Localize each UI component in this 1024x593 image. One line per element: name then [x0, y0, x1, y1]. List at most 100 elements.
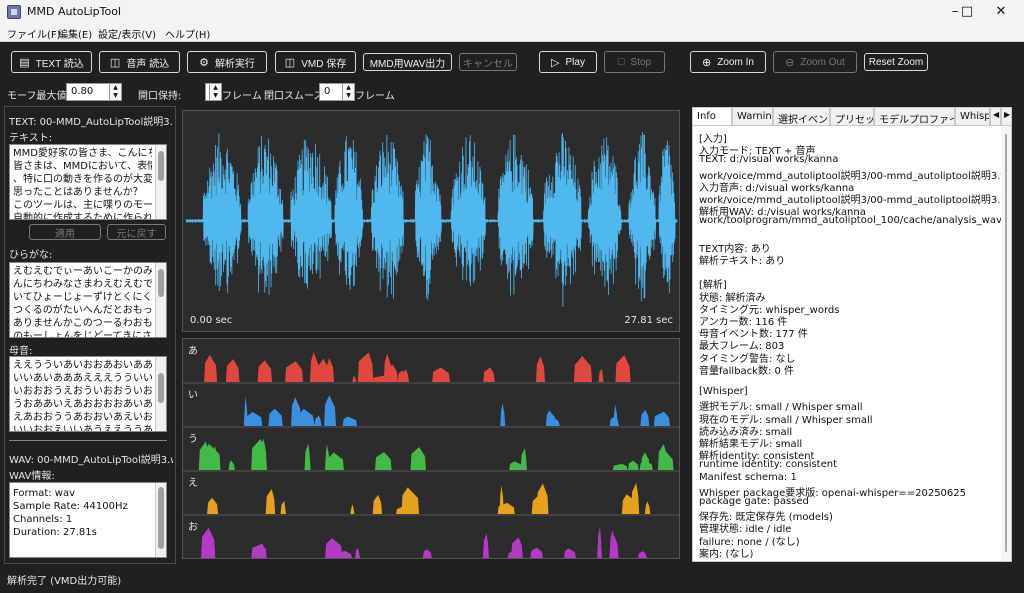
divider [9, 440, 167, 441]
close-button[interactable]: ✕ [978, 0, 1024, 24]
track-label-u: う [188, 434, 198, 445]
phoneme-event [520, 448, 527, 470]
menu-bar: ファイル(F) 編集(E) 設定/表示(V) ヘルプ(H) [0, 24, 1024, 42]
info-line: TEXT: d:/visual works/kanna [699, 154, 839, 166]
tab-preset[interactable]: プリセット [830, 107, 874, 125]
waveform-view[interactable]: 0.00 sec 27.81 sec [182, 110, 680, 332]
close-smooth-unit: フレーム [355, 91, 395, 102]
morph-max-label: モーフ最大値: [7, 91, 70, 102]
menu-settings-view[interactable]: 設定/表示(V) [98, 26, 156, 41]
morph-max-spinbox[interactable]: 0.80 ▲ ▼ [66, 83, 122, 101]
vowel-view[interactable]: ええうういあいおおあおいあああお いいあいあああえええうういいおいえ いおおおう… [9, 356, 167, 432]
text-line: このツールは、主に喋りのモーションを [13, 200, 152, 211]
menu-help[interactable]: ヘルプ(H) [165, 26, 210, 41]
phoneme-event [207, 497, 219, 514]
info-panel[interactable]: [入力] 入力モード: TEXT + 音声 TEXT: d:/visual work… [692, 125, 1012, 562]
tab-warning[interactable]: Warning [732, 107, 773, 125]
tab-selected-event[interactable]: 選択イベント [773, 107, 830, 125]
hiragana-line: んにちわみなさまわえむえむでぃーにお [13, 279, 152, 290]
vowel-line: ええうういあいおおあおいあああお [13, 360, 152, 371]
waveform-line [185, 132, 678, 308]
play-button[interactable]: ▷ Play [539, 51, 597, 73]
stop-button[interactable]: □ Stop [604, 51, 665, 73]
phoneme-event [204, 354, 218, 382]
mouth-hold-label: 開口保持: [138, 91, 182, 102]
wav-info-view[interactable]: Format: wav Sample Rate: 44100Hz Channel… [9, 482, 167, 558]
info-line: Manifest schema: 1 [699, 471, 797, 483]
analyze-button[interactable]: ⚙ 解析実行 [187, 51, 267, 73]
text-scrollbar[interactable] [155, 145, 166, 219]
mouth-hold-spinbox[interactable]: 0▲▼ [205, 83, 222, 101]
phoneme-event [500, 403, 506, 426]
revert-button[interactable]: 元に戻す [107, 224, 166, 240]
morph-max-value: 0.80 [71, 86, 94, 97]
phoneme-event [257, 360, 272, 382]
waveform-start-time: 0.00 sec [190, 315, 233, 326]
stop-icon: □ [617, 56, 625, 68]
wav-info-scrollbar[interactable] [155, 483, 166, 557]
info-scrollbar[interactable] [1001, 126, 1011, 561]
phoneme-event [355, 547, 360, 558]
wav-file-label: WAV: 00-MMD_AutoLipTool説明3.wav [9, 455, 173, 466]
phoneme-event [372, 494, 383, 514]
window-title: MMD AutoLipTool [27, 5, 122, 18]
phoneme-event [640, 409, 650, 426]
tab-info[interactable]: Info [692, 107, 732, 125]
vowel-line: いいおおえいいあうええううあえいいう [13, 425, 152, 432]
spin-arrows-icon[interactable]: ▲ ▼ [109, 84, 121, 100]
text-line: 自動的に作成するために作られたも [13, 213, 152, 220]
audio-load-button[interactable]: ◫ 音声 読込 [99, 51, 180, 73]
hiragana-scrollbar[interactable] [155, 263, 166, 337]
phoneme-event [410, 447, 426, 470]
phoneme-event [530, 547, 543, 558]
zoom-out-button[interactable]: ⊖ Zoom Out [773, 51, 857, 73]
cancel-button[interactable]: キャンセル [459, 53, 517, 71]
hiragana-line: えむえむでぃーあいこーかのみなさまこ [13, 266, 152, 277]
reset-zoom-button[interactable]: Reset Zoom [864, 53, 928, 71]
phoneme-event [598, 368, 604, 382]
phoneme-event [536, 356, 545, 382]
document-icon: ▤ [19, 56, 30, 69]
hiragana-view[interactable]: えむえむでぃーあいこーかのみなさまこ んにちわみなさまわえむえむでぃーにお いて… [9, 262, 167, 338]
phoneme-event [613, 404, 618, 426]
text-label: テキスト: [9, 133, 53, 144]
menu-file[interactable]: ファイル(F) [7, 26, 61, 41]
app-icon [7, 5, 21, 19]
text-line: 皆さまは、MMDにおいて、表情付け [13, 161, 152, 172]
stop-label: Stop [630, 56, 652, 68]
info-line: 解析テキスト: あり [699, 256, 786, 267]
tab-whisper[interactable]: Whisper [955, 107, 990, 125]
wav-export-button[interactable]: MMD用WAV出力 [363, 53, 452, 71]
mouth-hold-unit: フレーム [222, 91, 262, 102]
tab-scroll-right-icon[interactable]: ▶ [1001, 107, 1012, 125]
spin-arrows-icon[interactable]: ▲ ▼ [342, 84, 354, 100]
apply-button[interactable]: 適用 [29, 224, 101, 240]
text-load-button[interactable]: ▤ TEXT 読込 [11, 51, 92, 73]
tab-model-profile[interactable]: モデルプロファイル [874, 107, 955, 125]
waveform-end-time: 27.81 sec [624, 315, 673, 326]
menu-edit[interactable]: 編集(E) [58, 26, 92, 41]
text-editor[interactable]: MMD愛好家の皆さま、こんにちわ。 皆さまは、MMDにおいて、表情付け 、特に口… [9, 144, 167, 220]
info-tabs: Info Warning 選択イベント プリセット モデルプロファイル Whis… [692, 107, 1012, 125]
zoom-in-icon: ⊕ [702, 56, 712, 69]
gear-icon: ⚙ [199, 56, 209, 69]
save-file-icon: ◫ [284, 56, 296, 69]
phoneme-event [352, 375, 357, 382]
tab-scroll-left-icon[interactable]: ◀ [990, 107, 1001, 125]
phoneme-event [265, 489, 276, 514]
vmd-save-button[interactable]: ◫ VMD 保存 [275, 51, 356, 73]
text-file-label: TEXT: 00-MMD_AutoLipTool説明3.txt [9, 117, 173, 128]
phoneme-event [375, 452, 392, 470]
phoneme-event [631, 482, 640, 514]
close-smooth-spinbox[interactable]: 0 ▲ ▼ [319, 83, 355, 101]
zoom-in-button[interactable]: ⊕ Zoom In [690, 51, 766, 73]
phoneme-tracks[interactable]: あ い う え お [182, 338, 680, 559]
phoneme-event [314, 415, 322, 426]
audio-load-label: 音声 読込 [126, 58, 170, 70]
spin-arrows-icon[interactable]: ▲ ▼ [209, 84, 221, 100]
vowel-scrollbar[interactable] [155, 357, 166, 431]
phoneme-event [511, 537, 523, 558]
hiragana-label: ひらがな: [9, 250, 53, 261]
phoneme-event [612, 463, 628, 470]
phoneme-event [483, 367, 495, 382]
